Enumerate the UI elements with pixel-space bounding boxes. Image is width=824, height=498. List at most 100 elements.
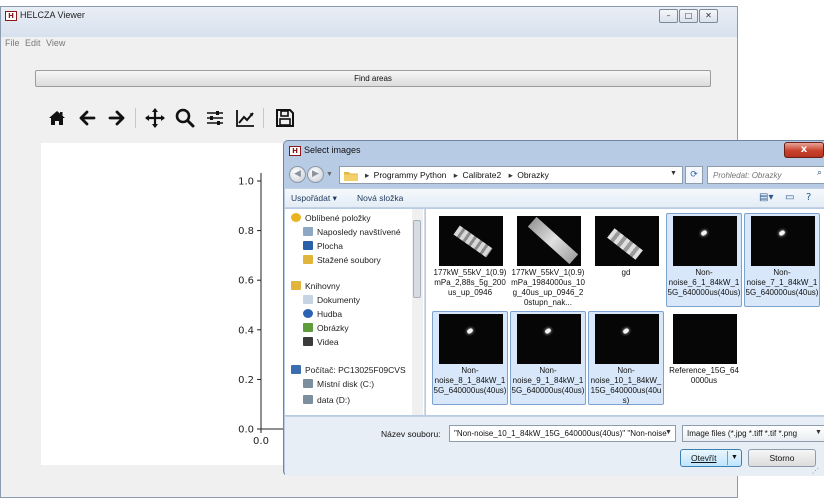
cancel-button[interactable]: Storno [748, 449, 816, 467]
pan-icon[interactable] [143, 106, 167, 130]
breadcrumb-item[interactable]: Obrazky [517, 170, 549, 180]
organize-button[interactable]: Uspořádat ▾ [291, 193, 337, 204]
breadcrumb-separator-icon: ▸ [453, 170, 459, 180]
nav-item-videos[interactable]: Videa [303, 337, 339, 347]
folder-icon [344, 172, 358, 181]
file-name: Non-noise_8_1_84kW_15G_640000us(40us) [433, 366, 507, 395]
nav-item-recent[interactable]: Naposledy navštívené [303, 227, 401, 237]
documents-icon [303, 295, 313, 304]
new-folder-button[interactable]: Nová složka [357, 193, 403, 203]
dialog-titlebar: H Select images x [284, 141, 824, 161]
app-logo-icon: H [5, 11, 17, 21]
chevron-down-icon[interactable]: ▼ [670, 170, 677, 177]
chevron-down-icon[interactable]: ▼ [815, 429, 822, 436]
file-item[interactable]: 177kW_55kV_1(0.9)mPa_1984000us_10g_40us_… [510, 213, 586, 307]
scrollbar-thumb[interactable] [413, 220, 421, 298]
libraries-icon [291, 281, 301, 290]
nav-item-downloads[interactable]: Stažené soubory [303, 255, 381, 265]
nav-pane-scrollbar[interactable] [412, 209, 423, 415]
preview-pane-icon[interactable]: ▭ [785, 192, 794, 203]
chevron-down-icon[interactable]: ▼ [665, 429, 672, 436]
menu-file[interactable]: File [5, 38, 20, 48]
nav-item-label: data (D:) [317, 395, 351, 405]
file-item[interactable]: gd [588, 213, 664, 307]
find-areas-button[interactable]: Find areas [35, 70, 711, 87]
pictures-icon [303, 323, 313, 332]
nav-item-label: Oblíbené položky [305, 213, 371, 223]
chevron-down-icon[interactable]: ▼ [731, 450, 738, 466]
address-bar[interactable]: ▸ Programmy Python ▸ Calibrate2 ▸ Obrazk… [339, 166, 683, 184]
back-button[interactable]: ◀ [289, 166, 306, 183]
nav-item-computer[interactable]: Počítač: PC13025F09CVS [291, 365, 406, 375]
forward-arrow-icon[interactable] [105, 106, 129, 130]
file-item[interactable]: Non-noise_7_1_84kW_15G_640000us(40us) [744, 213, 820, 307]
nav-item-label: Místní disk (C:) [317, 379, 375, 389]
nav-item-label: Naposledy navštívené [317, 227, 401, 237]
toolbar-separator [135, 108, 136, 128]
x-tick-group: 0.0 [253, 429, 269, 447]
file-item[interactable]: Non-noise_8_1_84kW_15G_640000us(40us) [432, 311, 508, 405]
nav-item-music[interactable]: Hudba [303, 309, 342, 319]
dialog-title: Select images [304, 145, 361, 155]
menu-edit[interactable]: Edit [25, 38, 41, 48]
file-item[interactable]: 177kW_55kV_1(0.9)mPa_2,88s_5g_200us_up_0… [432, 213, 508, 307]
file-name: 177kW_55kV_1(0.9)mPa_1984000us_10g_40us_… [511, 268, 585, 307]
nav-item-favorites[interactable]: Oblíbené položky [291, 213, 371, 223]
refresh-icon[interactable]: ⟳ [685, 166, 703, 184]
subplots-config-icon[interactable] [203, 106, 227, 130]
nav-item-libraries[interactable]: Knihovny [291, 281, 340, 291]
file-list: 177kW_55kV_1(0.9)mPa_2,88s_5g_200us_up_0… [426, 209, 824, 415]
split-divider [727, 451, 728, 465]
breadcrumb-item[interactable]: Programmy Python [374, 170, 447, 180]
dialog-close-button[interactable]: x [784, 142, 824, 158]
nav-item-desktop[interactable]: Plocha [303, 241, 343, 251]
save-icon[interactable] [273, 106, 297, 130]
image-thumbnail [439, 314, 503, 364]
search-input[interactable] [707, 166, 824, 184]
image-thumbnail [595, 216, 659, 266]
file-name: Non-noise_10_1_84kW_15G_640000us(40us) [590, 366, 662, 405]
local-disk-icon [303, 379, 313, 388]
file-item[interactable]: Reference_15G_640000us [666, 311, 742, 405]
select-images-dialog: H Select images x ◀ ▶ ▼ ▸ Programmy Pyth… [283, 140, 824, 476]
close-icon[interactable]: ✕ [699, 9, 718, 23]
edit-axis-icon[interactable] [233, 106, 257, 130]
image-thumbnail [439, 216, 503, 266]
breadcrumb-item[interactable]: Calibrate2 [462, 170, 501, 180]
image-thumbnail [517, 216, 581, 266]
y-tick-label: 0.4 [238, 325, 254, 336]
nav-item-local-disk[interactable]: Místní disk (C:) [303, 379, 374, 389]
recent-locations-dropdown-icon[interactable]: ▼ [326, 171, 333, 178]
minimize-icon[interactable]: – [659, 9, 678, 23]
open-button[interactable]: Otevřít ▼ [680, 449, 742, 467]
file-item[interactable]: Non-noise_6_1_84kW_15G_640000us(40us) [666, 213, 742, 307]
image-thumbnail [517, 314, 581, 364]
y-tick-group: 1.0 0.8 0.6 0.4 0.2 0.0 [238, 177, 261, 436]
filename-label: Název souboru: [381, 429, 441, 439]
navigation-row: ◀ ▶ ▼ ▸ Programmy Python ▸ Calibrate2 ▸ … [289, 164, 824, 186]
thumbnail-shape [607, 228, 643, 260]
y-tick-label: 1.0 [238, 177, 254, 188]
nav-item-documents[interactable]: Dokumenty [303, 295, 360, 305]
nav-item-data-drive[interactable]: data (D:) [303, 395, 350, 405]
back-arrow-icon[interactable] [75, 106, 99, 130]
view-options-icon[interactable]: ▤▾ [759, 192, 773, 203]
image-thumbnail [673, 314, 737, 364]
search-icon[interactable]: ⌕ [817, 168, 822, 178]
command-bar: Uspořádat ▾ Nová složka ▤▾ ▭ ? [285, 188, 824, 208]
home-icon[interactable] [45, 106, 69, 130]
zoom-icon[interactable] [173, 106, 197, 130]
maximize-icon[interactable]: □ [679, 9, 698, 23]
resize-grip-icon[interactable]: ⋰ [812, 467, 819, 475]
file-item[interactable]: Non-noise_10_1_84kW_15G_640000us(40us) [588, 311, 664, 405]
nav-item-label: Dokumenty [317, 295, 360, 305]
nav-item-pictures[interactable]: Obrázky [303, 323, 349, 333]
filetype-select[interactable]: Image files (*.jpg *.tiff *.tif *.png [682, 425, 824, 442]
menubar: File Edit View [1, 37, 737, 51]
forward-button[interactable]: ▶ [307, 166, 324, 183]
file-name: gd [621, 268, 631, 277]
file-item[interactable]: Non-noise_9_1_84kW_15G_640000us(40us) [510, 311, 586, 405]
filename-input[interactable]: "Non-noise_10_1_84kW_15G_640000us(40us)"… [449, 425, 676, 442]
help-icon[interactable]: ? [806, 192, 811, 203]
menu-view[interactable]: View [46, 38, 65, 48]
